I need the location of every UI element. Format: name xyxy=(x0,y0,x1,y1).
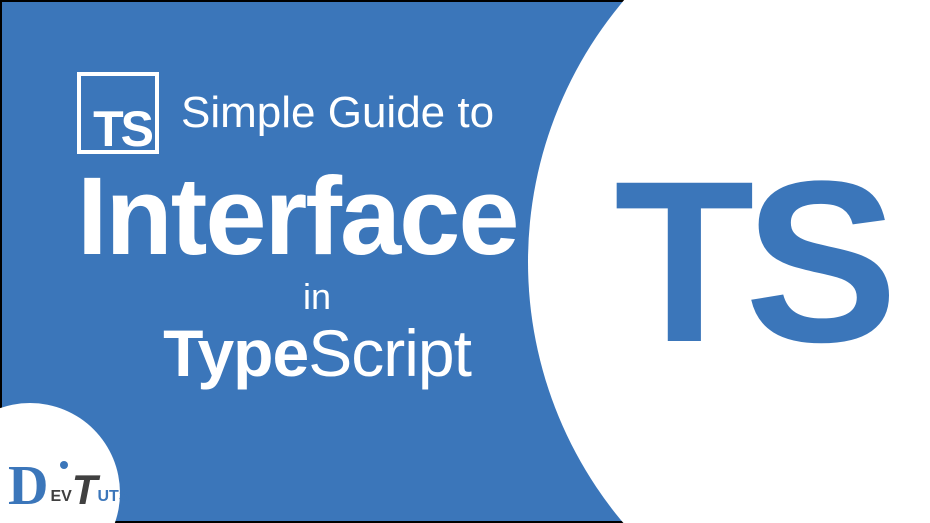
content-block: TS Simple Guide to Interface in TypeScri… xyxy=(77,72,557,386)
connector-text: in xyxy=(77,276,557,318)
devtuts-t: T xyxy=(72,473,98,507)
devtuts-ev: EV xyxy=(50,489,71,505)
devtuts-logo: D EV T UTS xyxy=(8,465,129,507)
devtuts-uts: UTS xyxy=(97,489,129,505)
script-part: Script xyxy=(308,320,471,386)
typescript-wordmark: TypeScript xyxy=(77,320,557,386)
ts-large-text: TS xyxy=(614,147,888,377)
devtuts-dot-icon xyxy=(60,461,68,469)
devtuts-d: D xyxy=(8,465,48,507)
typescript-logo-icon: TS xyxy=(77,72,159,154)
guide-heading: Simple Guide to xyxy=(181,88,494,138)
typescript-logo-text: TS xyxy=(93,104,151,154)
interface-heading: Interface xyxy=(77,162,557,272)
type-part: Type xyxy=(163,320,308,386)
heading-row-1: TS Simple Guide to xyxy=(77,72,557,154)
banner-canvas: TS TS Simple Guide to Interface in TypeS… xyxy=(0,0,930,523)
